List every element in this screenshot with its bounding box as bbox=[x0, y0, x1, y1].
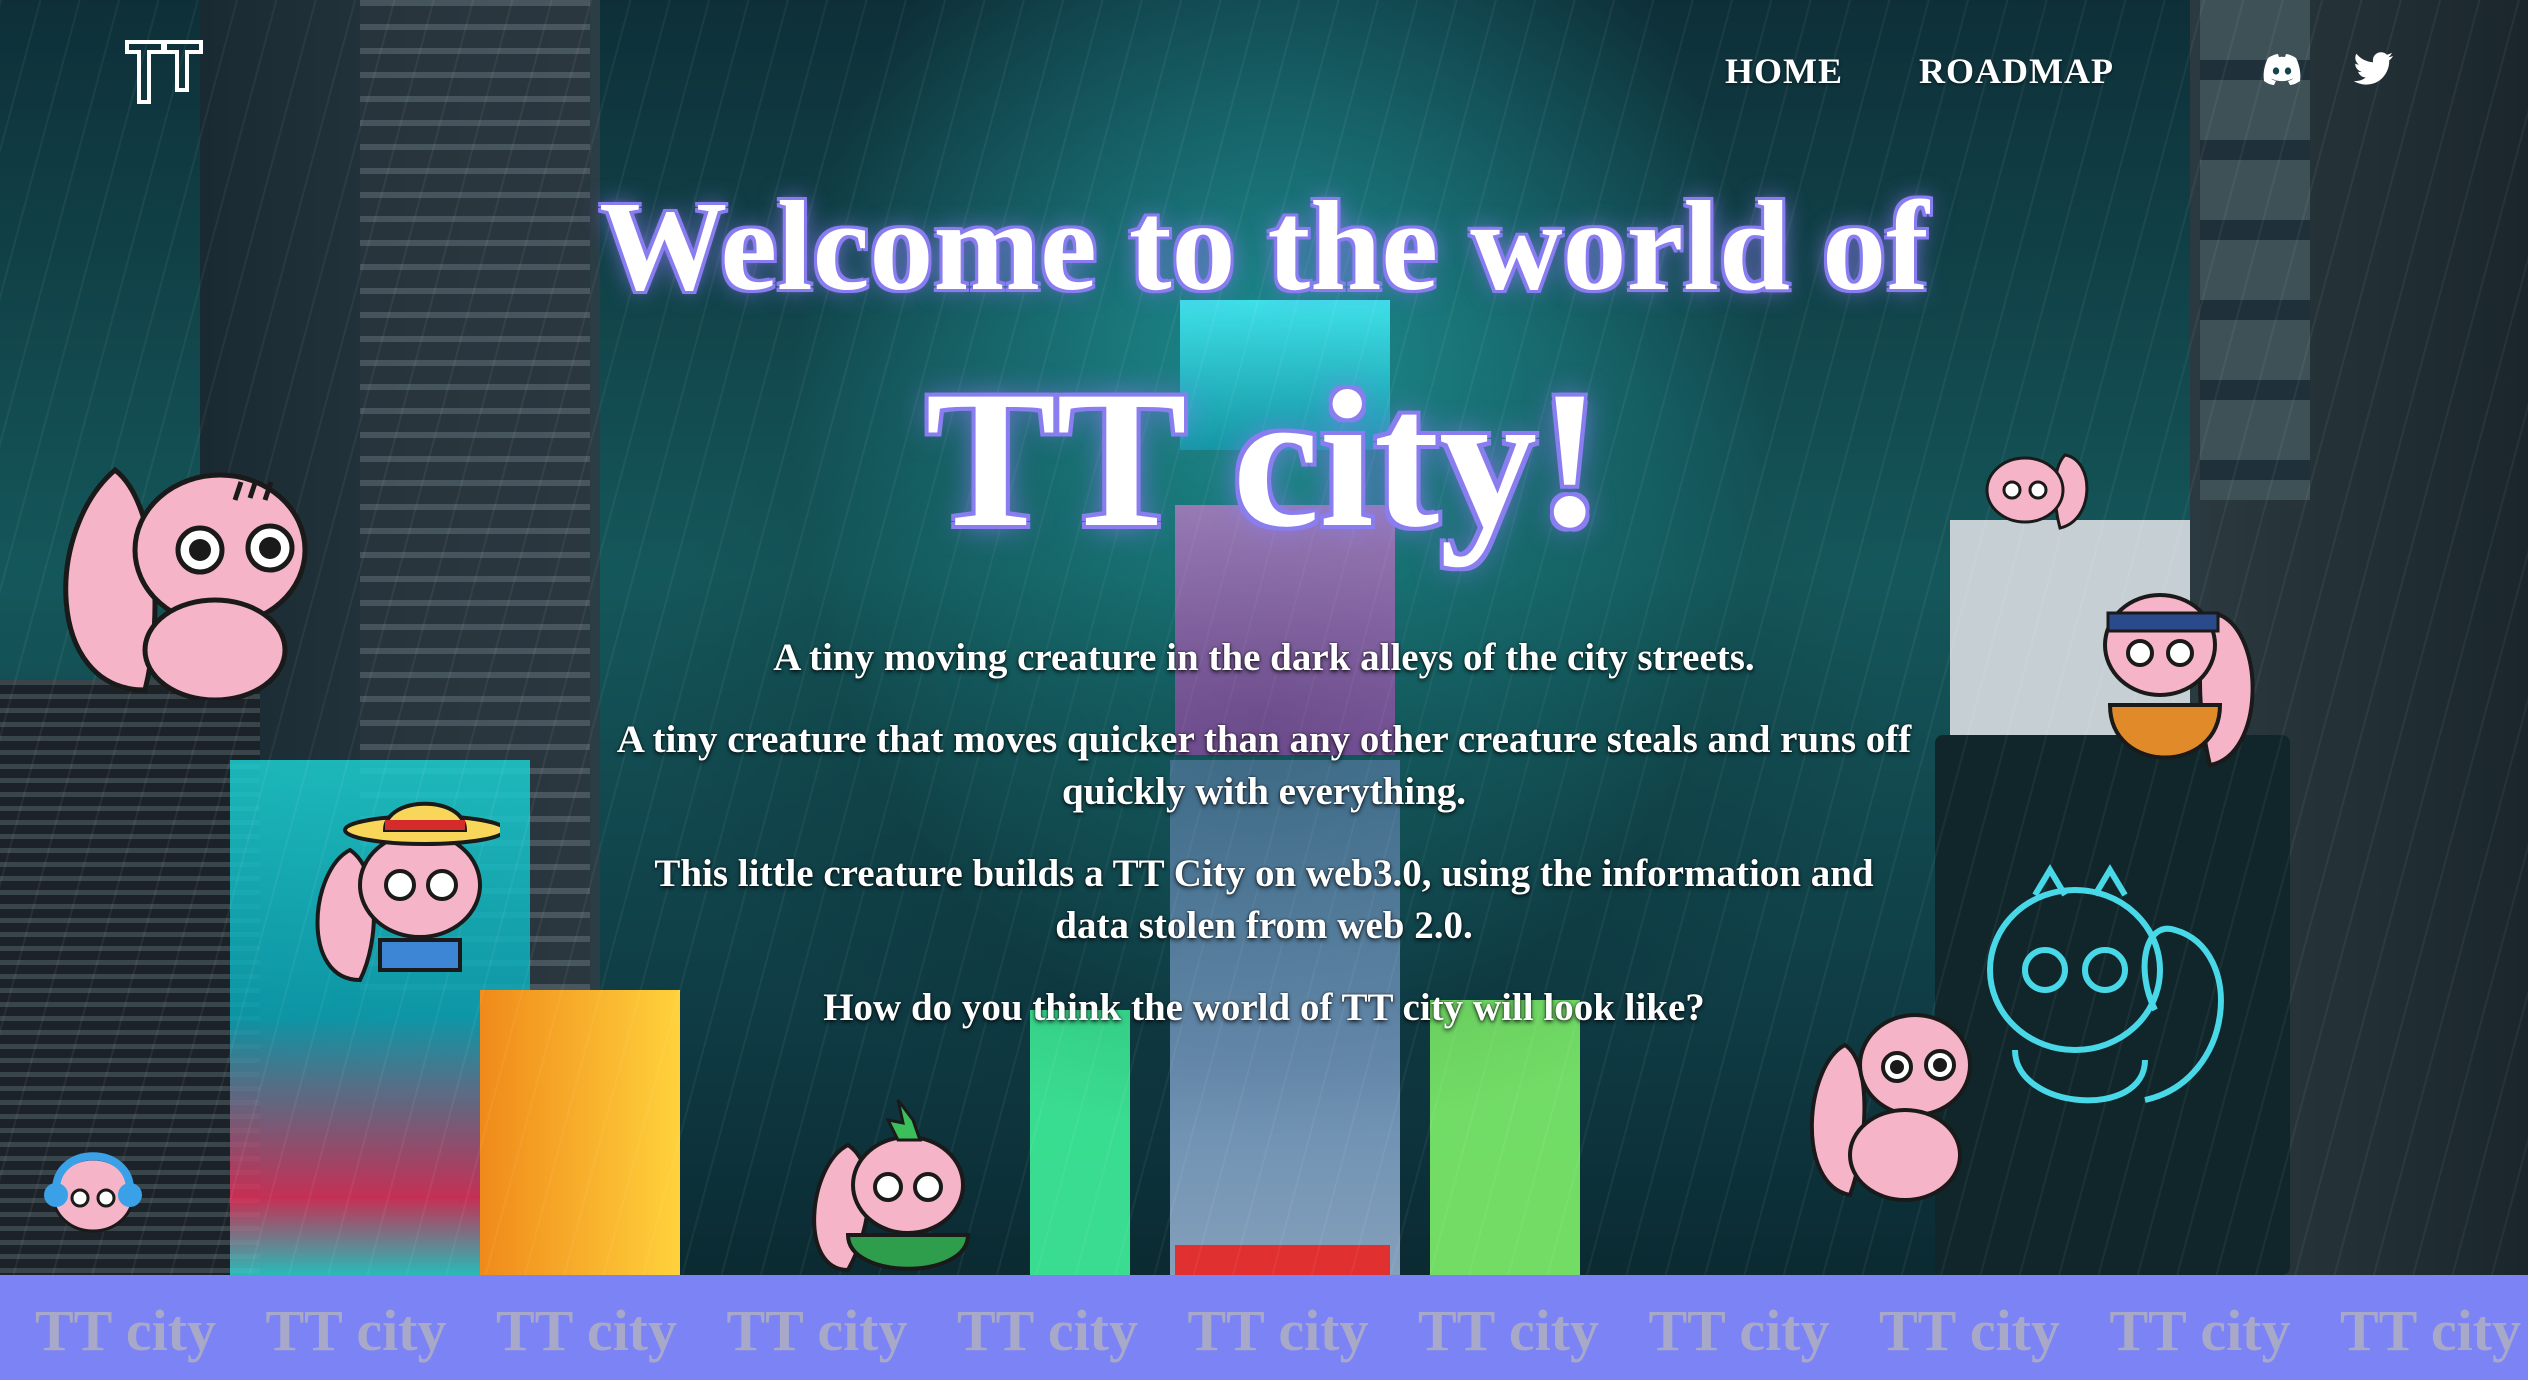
marquee-text: TT city bbox=[265, 1298, 447, 1363]
marquee-text: TT city bbox=[1648, 1298, 1830, 1363]
squirrel-character-christmas-tree bbox=[812, 1099, 971, 1273]
marquee-text: TT city bbox=[2340, 1298, 2521, 1363]
hero-paragraph: How do you think the world of TT city wi… bbox=[823, 986, 1705, 1029]
tt-city-marquee: TT city TT city TT city TT city TT city TT ci… bbox=[0, 1275, 2528, 1380]
discord-icon[interactable] bbox=[2262, 52, 2302, 86]
neon-squirrel-outline bbox=[1987, 864, 2224, 1104]
main-nav: HOME ROADMAP bbox=[1725, 50, 2114, 92]
marquee-text: TT city bbox=[1187, 1298, 1369, 1363]
twitter-icon[interactable] bbox=[2353, 52, 2394, 86]
nav-link-roadmap[interactable]: ROADMAP bbox=[1919, 50, 2114, 92]
hero-paragraph: A tiny creature that moves quicker than … bbox=[616, 718, 1912, 813]
squirrel-character-straw-hat bbox=[315, 801, 500, 983]
squirrel-character-ninja bbox=[2103, 593, 2255, 768]
marquee-text: TT city bbox=[2109, 1298, 2291, 1363]
tt-logo-icon[interactable] bbox=[125, 38, 203, 106]
marquee-text: TT city bbox=[957, 1298, 1138, 1363]
hero-description: A tiny moving creature in the dark alley… bbox=[614, 632, 1914, 1064]
hero-title-line1: Welcome to the world of bbox=[599, 175, 1929, 317]
social-links bbox=[2262, 52, 2394, 86]
marquee-text: TT city bbox=[726, 1298, 908, 1363]
hero-paragraph: A tiny moving creature in the dark alley… bbox=[773, 636, 1755, 679]
hero-paragraph: This little creature builds a TT City on… bbox=[654, 852, 1874, 947]
hero-title-line2: TT city! bbox=[925, 351, 1603, 568]
nav-link-home[interactable]: HOME bbox=[1725, 50, 1843, 92]
marquee-text: TT city bbox=[496, 1298, 677, 1363]
squirrel-character-headphones bbox=[44, 1152, 142, 1233]
marquee-text: TT city bbox=[1418, 1298, 1599, 1363]
marquee-text: TT city bbox=[1879, 1298, 2060, 1363]
marquee-text: TT city bbox=[35, 1298, 216, 1363]
